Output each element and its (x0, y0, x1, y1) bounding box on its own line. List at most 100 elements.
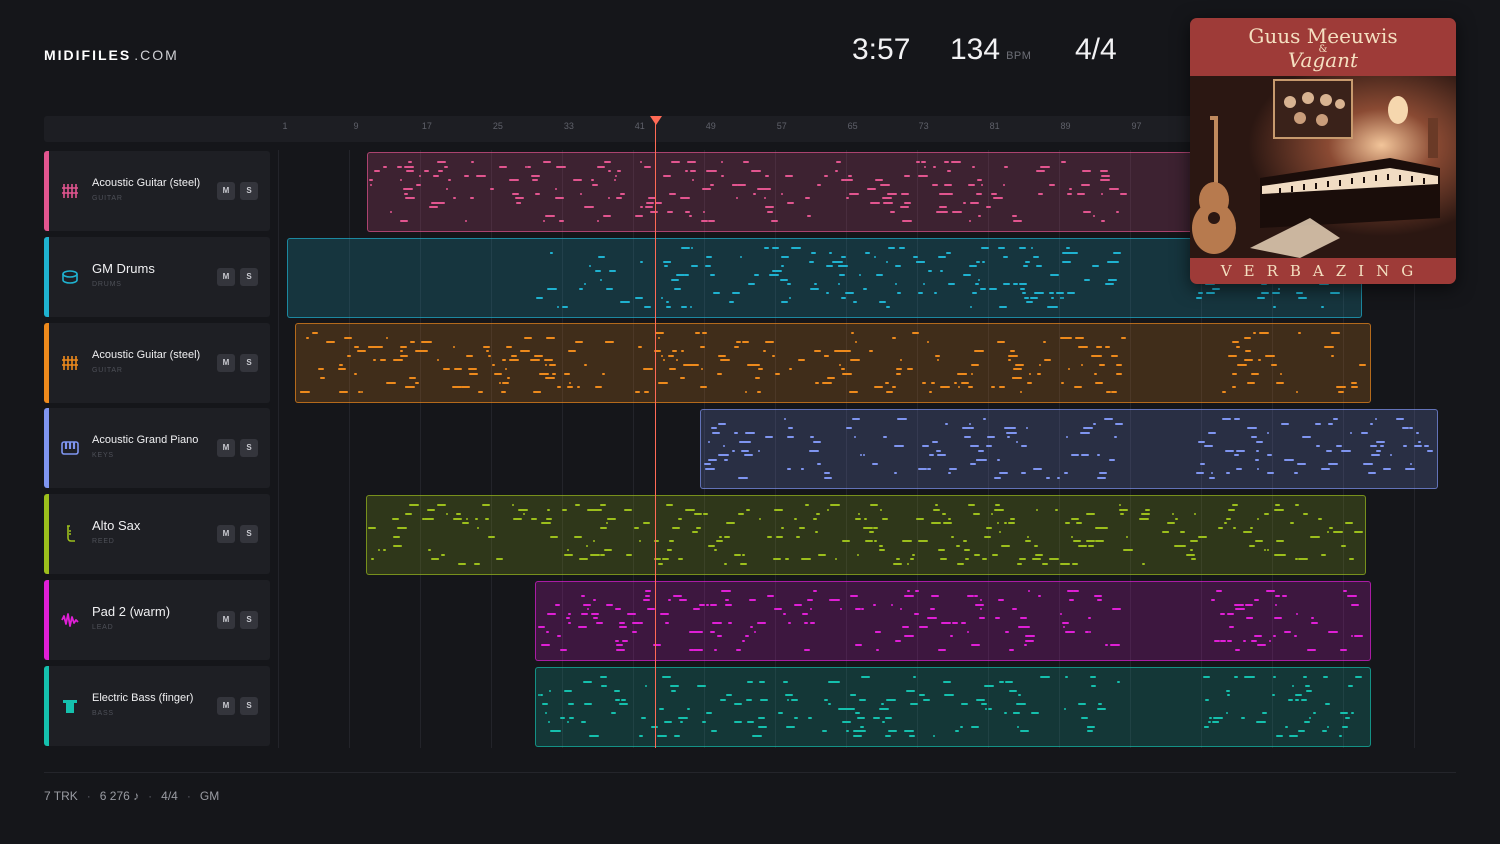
midi-note (780, 192, 783, 195)
midi-note (645, 206, 654, 208)
mute-button[interactable]: M (217, 611, 235, 629)
midi-note (665, 301, 669, 303)
midi-note (548, 689, 551, 692)
mute-button[interactable]: M (217, 525, 235, 543)
solo-button[interactable]: S (240, 182, 258, 200)
mute-button[interactable]: M (217, 268, 235, 286)
midi-note (1219, 612, 1225, 615)
midi-note (1096, 707, 1106, 710)
midi-region[interactable] (700, 409, 1438, 489)
midi-note (1066, 292, 1075, 294)
mute-button[interactable]: M (217, 354, 235, 372)
midi-note (1320, 553, 1326, 556)
solo-button[interactable]: S (240, 268, 258, 286)
midi-note (1234, 454, 1240, 456)
track-header[interactable]: Pad 2 (warm) LEAD M S (44, 580, 270, 660)
track-header[interactable]: Electric Bass (finger) BASS M S (44, 666, 270, 746)
midi-note (715, 540, 723, 542)
midi-note (788, 296, 791, 299)
midi-region[interactable] (366, 495, 1366, 575)
track-header[interactable]: Acoustic Guitar (steel) GUITAR M S (44, 151, 270, 231)
playhead[interactable] (655, 120, 656, 748)
midi-note (592, 508, 602, 511)
midi-note (968, 265, 977, 267)
midi-note (672, 594, 682, 597)
midi-note (1315, 422, 1322, 425)
midi-note (913, 256, 919, 258)
midi-note (1313, 712, 1317, 714)
midi-note (966, 630, 969, 633)
midi-note (1202, 676, 1210, 678)
midi-note (616, 648, 626, 651)
midi-note (582, 603, 591, 606)
solo-button[interactable]: S (240, 697, 258, 715)
midi-note (734, 345, 740, 348)
midi-note (661, 354, 664, 357)
midi-note (1120, 513, 1125, 515)
midi-note (705, 265, 712, 267)
mute-button[interactable]: M (217, 697, 235, 715)
midi-region[interactable] (367, 152, 1194, 232)
midi-note (940, 386, 951, 388)
midi-note (496, 558, 504, 560)
midi-note (785, 694, 794, 696)
midi-note (1226, 689, 1231, 692)
midi-note (1287, 698, 1293, 701)
midi-note (1062, 260, 1072, 263)
midi-note (1110, 390, 1117, 393)
midi-note (1113, 251, 1122, 254)
midi-note (745, 431, 756, 434)
solo-button[interactable]: S (240, 354, 258, 372)
midi-region[interactable] (535, 581, 1371, 661)
track-header[interactable]: GM Drums DRUMS M S (44, 237, 270, 317)
midi-note (1114, 422, 1123, 425)
midi-note (1329, 292, 1340, 294)
midi-note (400, 350, 403, 352)
solo-button[interactable]: S (240, 439, 258, 457)
midi-note (735, 648, 741, 651)
midi-note (747, 363, 753, 366)
midi-note (838, 363, 841, 366)
midi-region[interactable] (295, 323, 1371, 403)
midi-note (780, 301, 788, 303)
midi-note (1267, 472, 1275, 474)
midi-note (950, 535, 954, 538)
midi-note (875, 648, 879, 651)
midi-note (657, 562, 663, 565)
midi-note (1090, 676, 1097, 678)
midi-note (976, 260, 981, 263)
midi-note (691, 179, 694, 181)
midi-note (1288, 734, 1298, 737)
midi-note (605, 603, 613, 606)
playhead-handle[interactable] (650, 116, 662, 125)
midi-note (1353, 635, 1363, 637)
midi-note (773, 558, 782, 560)
midi-note (967, 183, 975, 186)
midi-note (1109, 260, 1119, 263)
midi-note (807, 716, 812, 719)
midi-note (405, 197, 416, 199)
midi-note (608, 197, 611, 199)
midi-note (386, 336, 389, 339)
track-header[interactable]: Acoustic Guitar (steel) GUITAR M S (44, 323, 270, 403)
midi-note (681, 350, 685, 352)
midi-note (692, 608, 700, 610)
midi-note (490, 188, 495, 190)
midi-note (584, 703, 593, 705)
solo-button[interactable]: S (240, 611, 258, 629)
midi-note (665, 305, 671, 308)
midi-note (642, 599, 650, 601)
midi-note (562, 508, 568, 511)
midi-note (483, 345, 491, 348)
mute-button[interactable]: M (217, 182, 235, 200)
solo-button[interactable]: S (240, 525, 258, 543)
track-header[interactable]: Acoustic Grand Piano KEYS M S (44, 408, 270, 488)
midi-region[interactable] (535, 667, 1371, 747)
mute-button[interactable]: M (217, 439, 235, 457)
midi-note (537, 626, 545, 628)
track-header[interactable]: Alto Sax REED M S (44, 494, 270, 574)
midi-note (856, 553, 859, 556)
midi-note (670, 278, 679, 281)
midi-note (535, 192, 541, 195)
midi-note (1019, 283, 1028, 285)
